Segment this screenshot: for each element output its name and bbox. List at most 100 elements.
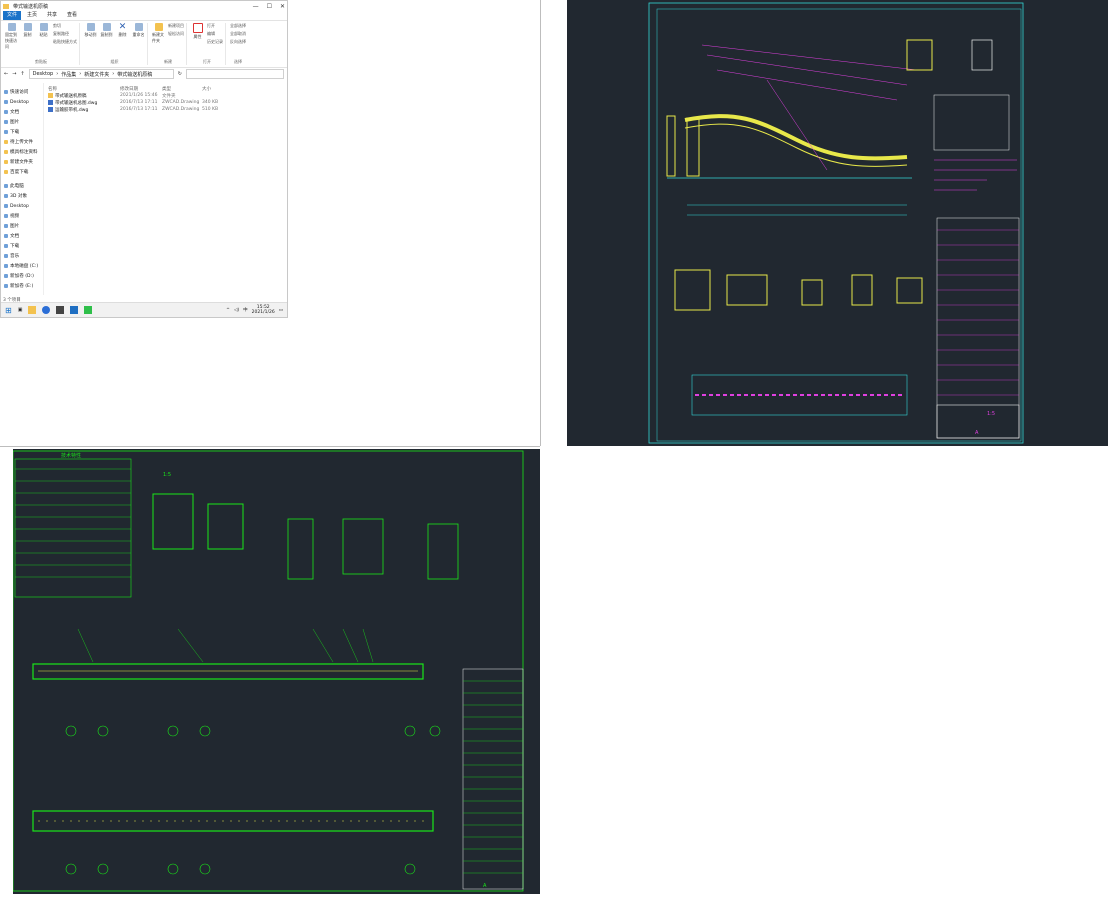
- nav-item[interactable]: 新加卷 (D:): [1, 271, 43, 281]
- browser-taskbar-icon[interactable]: [42, 306, 51, 314]
- folder-icon: [3, 3, 9, 9]
- nav-item[interactable]: 下载: [1, 241, 43, 251]
- column-date[interactable]: 修改日期: [120, 86, 162, 92]
- column-type[interactable]: 类型: [162, 86, 202, 92]
- open-button[interactable]: 打开: [207, 23, 223, 29]
- start-icon[interactable]: ⊞: [5, 306, 12, 315]
- nav-item[interactable]: 文档: [1, 231, 43, 241]
- nav-item-label: 百度下载: [10, 170, 29, 175]
- app-taskbar-icon[interactable]: [56, 306, 65, 314]
- rename-icon: [134, 23, 143, 31]
- file-row[interactable]: 带式输送机原稿 2021/1/26 15:46 文件夹: [48, 92, 283, 99]
- nav-item[interactable]: 图片: [1, 221, 43, 231]
- close-button[interactable]: ✕: [280, 3, 285, 10]
- drawing-frame: [648, 2, 1024, 444]
- nav-item[interactable]: 新加卷 (E:): [1, 281, 43, 291]
- tab-home[interactable]: 主页: [23, 11, 41, 20]
- file-row[interactable]: 带式输送机总图.dwg 2016/7/13 17:11 ZWCAD.Drawing 3…: [48, 99, 283, 106]
- nav-item[interactable]: 3D 对象: [1, 191, 43, 201]
- pin-quick-access-button[interactable]: 固定到快速访问: [5, 23, 18, 59]
- address-bar[interactable]: Desktop › 作品集 › 新建文件夹 › 带式输送机原稿: [28, 69, 174, 79]
- move-to-button[interactable]: 移动到: [84, 23, 97, 59]
- rename-button[interactable]: 重命名: [132, 23, 145, 59]
- volume-icon[interactable]: ◁): [234, 308, 239, 313]
- tab-share[interactable]: 共享: [43, 11, 61, 20]
- back-arrow-icon[interactable]: ←: [4, 71, 8, 77]
- breadcrumb[interactable]: Desktop: [33, 71, 54, 77]
- balloon: [199, 863, 211, 875]
- drive-section-view: [152, 493, 194, 550]
- balloon: [65, 725, 77, 737]
- column-size[interactable]: 大小: [202, 86, 222, 92]
- nav-item[interactable]: 此电脑: [1, 181, 43, 191]
- nav-item[interactable]: 新建文件夹: [1, 157, 43, 167]
- copy-path-button[interactable]: 复制路径: [53, 31, 77, 37]
- section-detail: [971, 39, 993, 71]
- nav-item[interactable]: 图片: [1, 117, 43, 127]
- paste-shortcut-button[interactable]: 粘贴快捷方式: [53, 39, 77, 45]
- chevron-up-icon[interactable]: ^: [226, 308, 230, 313]
- new-folder-icon: [154, 23, 163, 31]
- nav-item[interactable]: 文档: [1, 107, 43, 117]
- nav-item[interactable]: 快速访问: [1, 87, 43, 97]
- nav-item[interactable]: 视频: [1, 211, 43, 221]
- nav-item[interactable]: 音乐: [1, 251, 43, 261]
- select-all-button[interactable]: 全部选择: [230, 23, 246, 29]
- language-indicator[interactable]: 中: [243, 307, 248, 313]
- cad-taskbar-icon[interactable]: [70, 306, 79, 314]
- nav-item[interactable]: Desktop: [1, 97, 43, 107]
- conveyor-belt: [684, 114, 908, 161]
- breadcrumb[interactable]: 新建文件夹: [84, 71, 109, 78]
- notification-icon[interactable]: ▭: [279, 308, 283, 313]
- explorer-taskbar-icon[interactable]: [28, 306, 37, 314]
- history-button[interactable]: 历史记录: [207, 39, 223, 45]
- column-name[interactable]: 名称: [48, 86, 120, 92]
- copy-icon: [23, 23, 32, 31]
- spec-table-title: 技术特性: [61, 452, 81, 459]
- cut-button[interactable]: 剪切: [53, 23, 77, 29]
- up-arrow-icon[interactable]: ↑: [20, 71, 24, 77]
- new-item-button[interactable]: 新建项目: [168, 23, 184, 29]
- nav-item[interactable]: 百度下载: [1, 167, 43, 177]
- delete-button[interactable]: ✕ 删除: [116, 23, 129, 59]
- nav-item[interactable]: Desktop: [1, 201, 43, 211]
- file-size: 340 KB: [202, 100, 219, 105]
- edit-button[interactable]: 编辑: [207, 31, 223, 37]
- balloon: [167, 725, 179, 737]
- bracket-view: [851, 274, 873, 306]
- move-icon: [86, 23, 95, 31]
- breadcrumb[interactable]: 作品集: [61, 71, 76, 78]
- tab-view[interactable]: 查看: [63, 11, 81, 20]
- nav-item-label: 文档: [10, 110, 20, 115]
- nav-item[interactable]: 模具标注资料: [1, 147, 43, 157]
- breadcrumb[interactable]: 带式输送机原稿: [117, 71, 152, 78]
- nav-item-label: 视频: [10, 214, 20, 219]
- paste-button[interactable]: 粘贴: [37, 23, 50, 59]
- nav-item[interactable]: 待上传文件: [1, 137, 43, 147]
- select-none-button[interactable]: 全部取消: [230, 31, 246, 37]
- file-name: 带式输送机原稿: [55, 93, 87, 99]
- task-view-icon[interactable]: ▣: [18, 307, 23, 313]
- search-input[interactable]: [186, 69, 284, 79]
- nav-item-label: 图片: [10, 120, 20, 125]
- maximize-button[interactable]: ☐: [267, 3, 272, 10]
- ribbon-group-select: 全部选择 全部取消 反向选择 选择: [228, 23, 248, 65]
- copy-to-button[interactable]: 复制到: [100, 23, 113, 59]
- nav-item[interactable]: 本地磁盘 (C:): [1, 261, 43, 271]
- file-type: 文件夹: [162, 93, 176, 99]
- clock[interactable]: 15:52 2021/1/26: [252, 305, 275, 315]
- divider: [0, 446, 540, 447]
- invert-selection-button[interactable]: 反向选择: [230, 39, 246, 45]
- nav-item[interactable]: 下载: [1, 127, 43, 137]
- properties-button[interactable]: 属性: [191, 23, 204, 59]
- copy-button[interactable]: 复制: [21, 23, 34, 59]
- wechat-taskbar-icon[interactable]: [84, 306, 93, 314]
- new-folder-button[interactable]: 新建文件夹: [152, 23, 165, 59]
- tab-file[interactable]: 文件: [3, 11, 22, 20]
- forward-arrow-icon[interactable]: →: [12, 71, 16, 77]
- file-row[interactable]: 运输胶带机.dwg 2016/7/13 17:11 ZWCAD.Drawing 510…: [48, 106, 283, 113]
- nav-item-label: 新建文件夹: [10, 160, 33, 165]
- refresh-icon[interactable]: ↻: [178, 71, 182, 77]
- easy-access-button[interactable]: 轻松访问: [168, 31, 184, 37]
- minimize-button[interactable]: —: [253, 3, 259, 10]
